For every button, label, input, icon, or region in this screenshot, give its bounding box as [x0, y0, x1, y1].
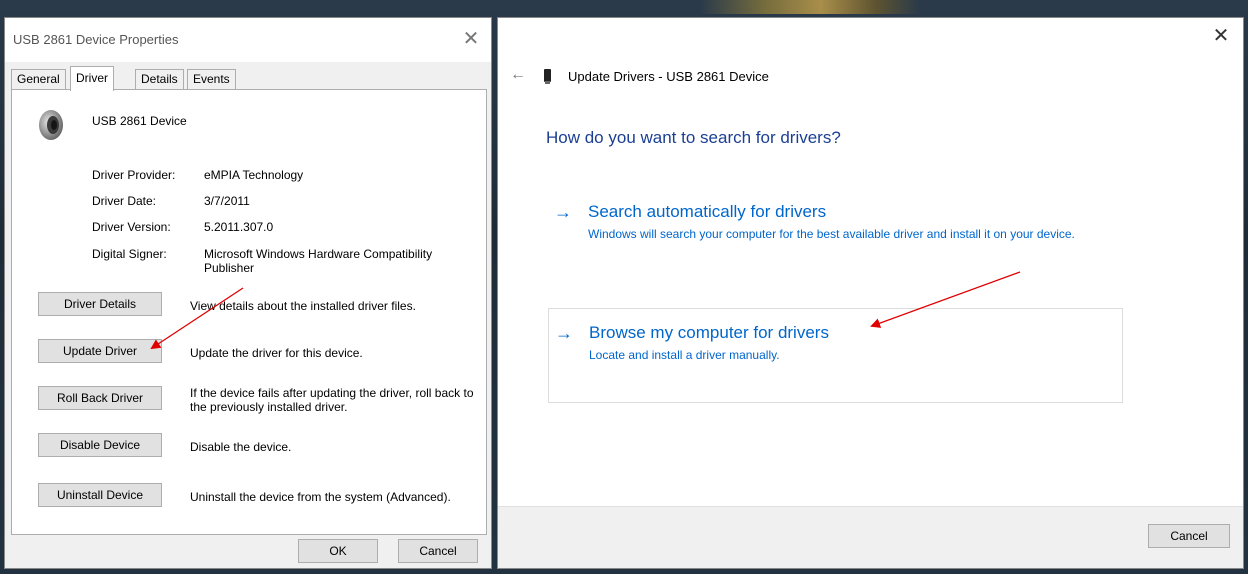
- option-title: Browse my computer for drivers: [589, 323, 829, 342]
- roll-back-driver-button[interactable]: Roll Back Driver: [38, 386, 162, 410]
- info-value-version: 5.2011.307.0: [204, 220, 274, 234]
- browse-computer-option[interactable]: → Browse my computer for drivers Locate …: [548, 308, 1123, 403]
- search-automatically-option[interactable]: → Search automatically for drivers Windo…: [548, 192, 1123, 276]
- info-label-date: Driver Date:: [92, 194, 157, 208]
- ok-button[interactable]: OK: [298, 539, 378, 563]
- driver-tab-panel: USB 2861 Device Driver Provider: eMPIA T…: [11, 89, 487, 535]
- wizard-title: Update Drivers - USB 2861 Device: [568, 69, 769, 84]
- device-name: USB 2861 Device: [92, 114, 187, 128]
- device-properties-dialog: USB 2861 Device Properties ✕ General Dri…: [4, 17, 492, 569]
- properties-titlebar: USB 2861 Device Properties ✕: [5, 18, 491, 62]
- wallpaper-art: [700, 0, 920, 14]
- speaker-icon: [39, 110, 63, 140]
- cancel-button[interactable]: Cancel: [398, 539, 478, 563]
- properties-title: USB 2861 Device Properties: [13, 32, 179, 47]
- info-value-provider: eMPIA Technology: [204, 168, 304, 182]
- option-description: Windows will search your computer for th…: [588, 227, 1075, 241]
- close-icon[interactable]: ✕: [1209, 24, 1233, 48]
- roll-back-driver-description: If the device fails after updating the d…: [190, 386, 474, 414]
- info-value-signer: Microsoft Windows Hardware Compatibility…: [204, 247, 433, 275]
- update-driver-button[interactable]: Update Driver: [38, 339, 162, 363]
- wizard-footer: Cancel: [498, 506, 1243, 568]
- update-drivers-wizard: ✕ ← Update Drivers - USB 2861 Device How…: [497, 17, 1244, 569]
- info-label-provider: Driver Provider:: [92, 168, 176, 182]
- right-arrow-icon: →: [555, 323, 573, 343]
- option-title: Search automatically for drivers: [588, 202, 827, 221]
- wizard-heading: How do you want to search for drivers?: [546, 128, 841, 147]
- wizard-cancel-button[interactable]: Cancel: [1148, 524, 1230, 548]
- uninstall-device-description: Uninstall the device from the system (Ad…: [190, 490, 451, 504]
- disable-device-button[interactable]: Disable Device: [38, 433, 162, 457]
- info-value-date: 3/7/2011: [204, 194, 250, 208]
- right-arrow-icon: →: [554, 202, 572, 222]
- driver-details-button[interactable]: Driver Details: [38, 292, 162, 316]
- option-description: Locate and install a driver manually.: [589, 348, 780, 362]
- info-label-signer: Digital Signer:: [92, 247, 167, 261]
- disable-device-description: Disable the device.: [190, 440, 292, 454]
- back-arrow-icon[interactable]: ←: [510, 66, 526, 84]
- close-icon[interactable]: ✕: [459, 27, 483, 51]
- tab-events[interactable]: Events: [187, 69, 236, 90]
- tab-strip: General Driver Details Events: [11, 66, 487, 91]
- uninstall-device-button[interactable]: Uninstall Device: [38, 483, 162, 507]
- driver-details-description: View details about the installed driver …: [190, 299, 416, 313]
- update-driver-description: Update the driver for this device.: [190, 346, 363, 360]
- tab-driver[interactable]: Driver: [70, 66, 114, 91]
- usb-device-icon: [544, 69, 551, 84]
- tab-details[interactable]: Details: [135, 69, 184, 90]
- info-label-version: Driver Version:: [92, 220, 171, 234]
- tab-general[interactable]: General: [11, 69, 66, 90]
